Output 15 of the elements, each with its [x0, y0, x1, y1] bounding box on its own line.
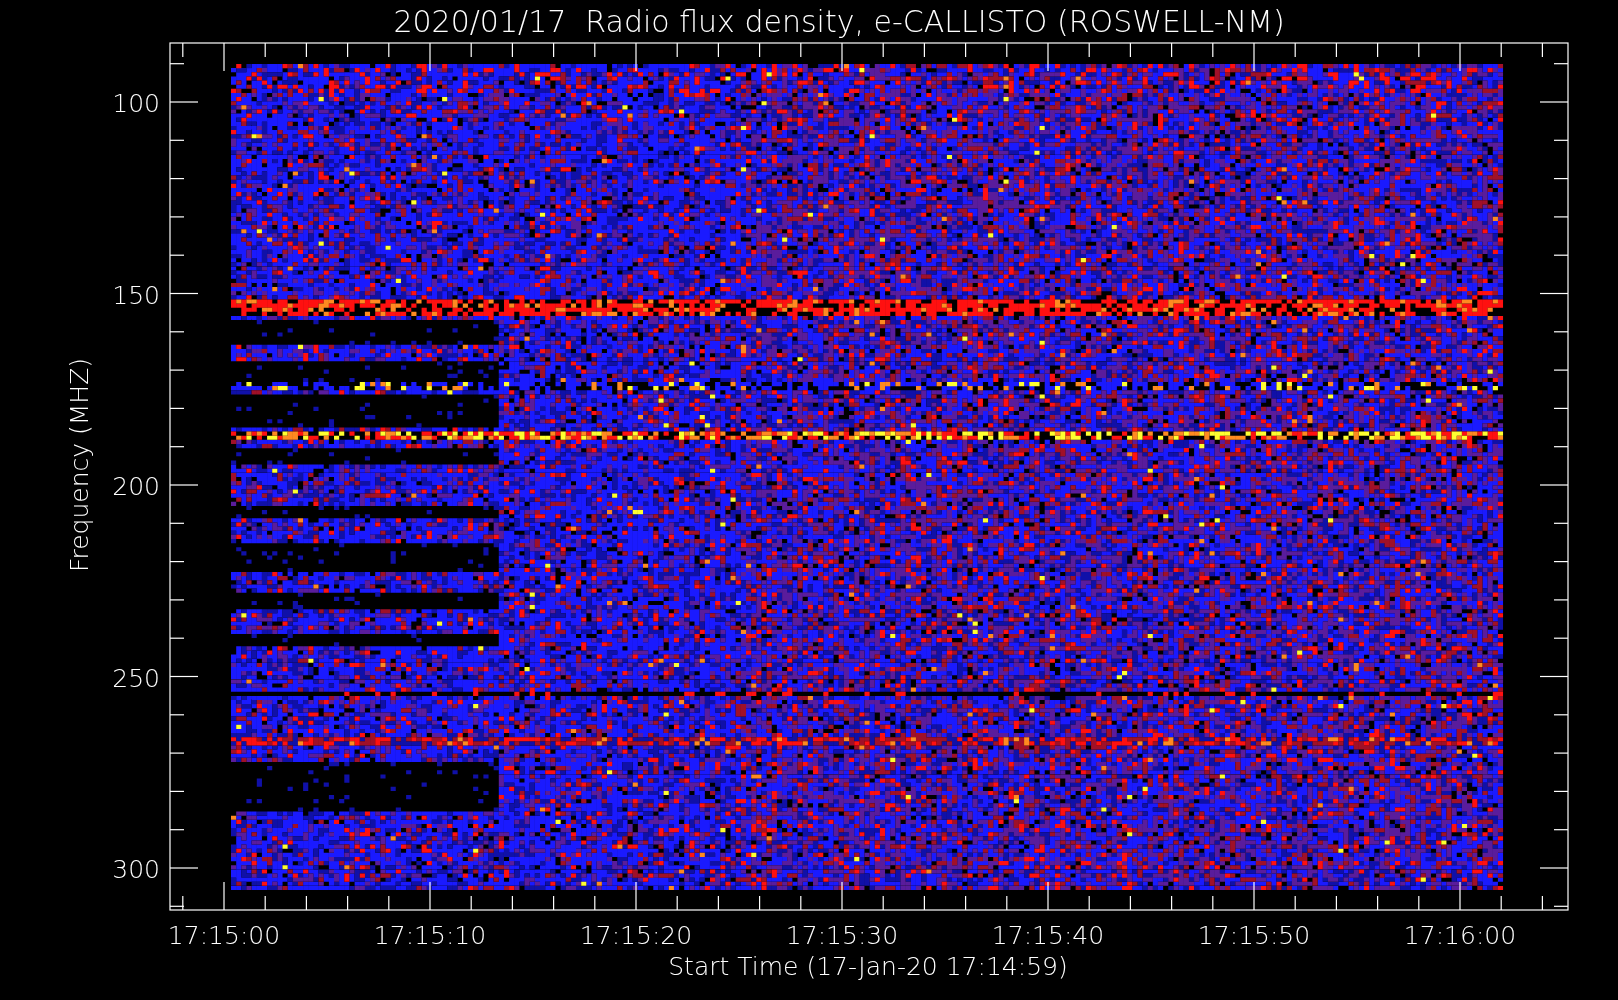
x-tick-label: 17:15:10 — [373, 921, 487, 950]
y-tick-label: 250 — [112, 663, 160, 693]
y-axis-label: Frequency (MHZ) — [65, 357, 94, 573]
x-tick-label: 17:15:20 — [579, 921, 693, 950]
x-axis-label: Start Time (17-Jan-20 17:14:59) — [668, 952, 1068, 981]
y-tick-label: 200 — [112, 472, 160, 501]
chart-title: 2020/01/17 Radio flux density, e-CALLISTO (ROSWELL-NM) — [393, 4, 1285, 39]
x-tick-label: 17:15:40 — [991, 921, 1105, 950]
x-tick-label: 17:16:00 — [1403, 921, 1517, 950]
x-tick-label: 17:15:00 — [167, 921, 281, 950]
x-tick-label: 17:15:30 — [785, 921, 899, 950]
y-tick-label: 150 — [112, 280, 160, 310]
y-tick-label: 300 — [112, 855, 160, 884]
x-tick-label: 17:15:50 — [1197, 921, 1311, 950]
y-tick-label: 100 — [112, 89, 160, 118]
